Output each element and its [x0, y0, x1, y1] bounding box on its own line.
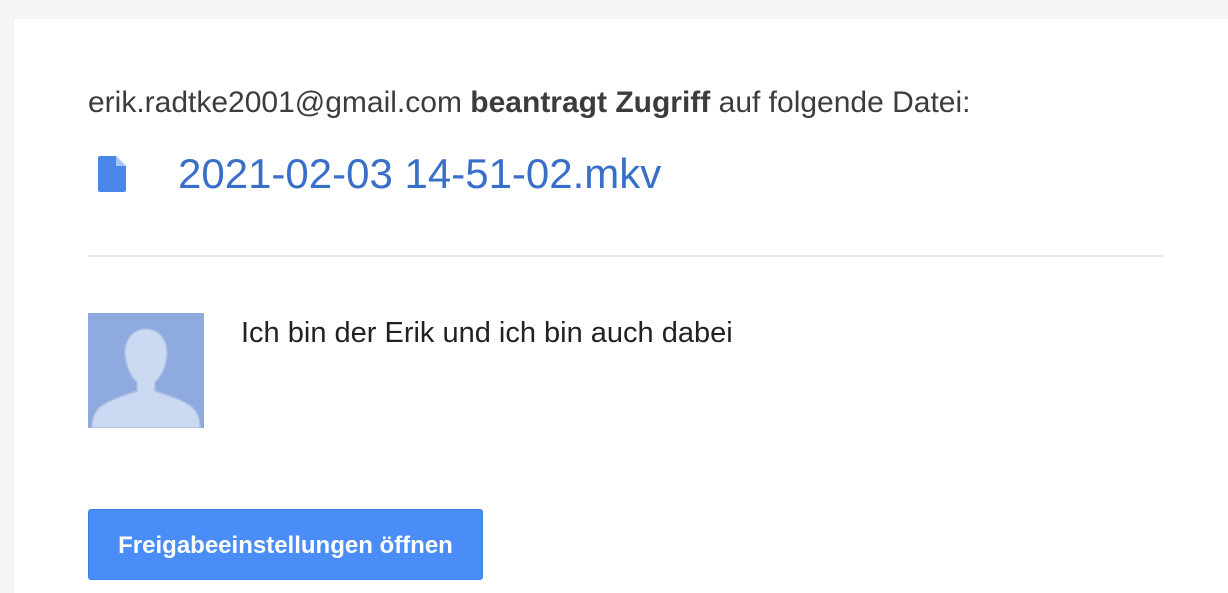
request-message: Ich bin der Erik und ich bin auch dabei — [241, 317, 733, 349]
document-icon — [98, 156, 126, 192]
open-sharing-settings-button[interactable]: Freigabeeinstellungen öffnen — [88, 509, 483, 580]
default-avatar-icon — [88, 313, 204, 428]
requester-email: erik.radtke2001@gmail.com — [88, 86, 462, 119]
divider — [88, 255, 1163, 257]
request-suffix: auf folgende Datei: — [718, 86, 971, 119]
request-action: beantragt Zugriff — [470, 86, 711, 119]
request-summary: erik.radtke2001@gmail.com beantragt Zugr… — [88, 85, 971, 121]
file-link[interactable]: 2021-02-03 14-51-02.mkv — [178, 149, 661, 199]
requested-file: 2021-02-03 14-51-02.mkv — [88, 149, 661, 199]
access-request-card: erik.radtke2001@gmail.com beantragt Zugr… — [14, 19, 1228, 593]
